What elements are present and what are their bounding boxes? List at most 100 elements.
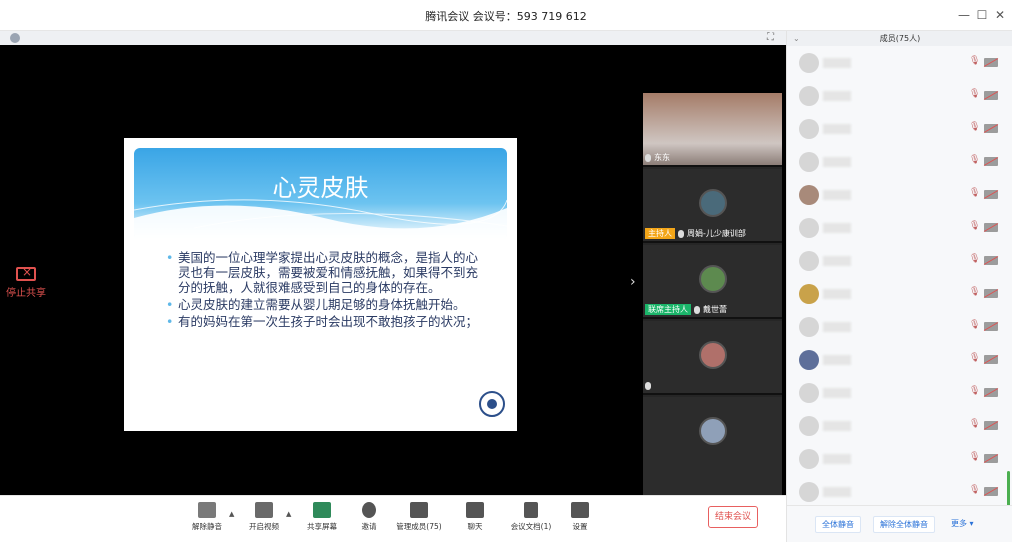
screen-share-area: ⛶ 停止共享 心灵皮肤 美国的一位心理学家提出心灵皮肤的概念，是指人的心灵也有一… bbox=[0, 31, 786, 507]
camera-off-icon[interactable] bbox=[984, 124, 998, 133]
mic-off-icon[interactable]: 🎙 bbox=[969, 188, 980, 200]
video-tile[interactable]: 联席主持人 戴世蕾 bbox=[643, 245, 782, 319]
camera-off-icon[interactable] bbox=[984, 355, 998, 364]
camera-off-icon[interactable] bbox=[984, 223, 998, 232]
stop-share-button[interactable]: 停止共享 bbox=[4, 265, 48, 299]
camera-off-icon[interactable] bbox=[984, 454, 998, 463]
member-row[interactable]: 🎙 bbox=[787, 178, 1012, 211]
avatar bbox=[799, 317, 819, 337]
chevron-right-icon[interactable]: › bbox=[630, 274, 636, 290]
presentation-slide: 心灵皮肤 美国的一位心理学家提出心灵皮肤的概念，是指人的心灵也有一层皮肤，需要被… bbox=[124, 138, 517, 431]
member-name-blurred bbox=[823, 487, 851, 497]
member-row[interactable]: 🎙 bbox=[787, 112, 1012, 145]
members-panel-header: ⌄ 成员(75人) bbox=[787, 31, 1012, 46]
avatar bbox=[799, 284, 819, 304]
settings-button[interactable]: 设置 bbox=[554, 502, 606, 532]
mic-off-icon[interactable]: 🎙 bbox=[969, 221, 980, 233]
member-row[interactable]: 🎙 bbox=[787, 277, 1012, 310]
shield-icon[interactable] bbox=[10, 33, 20, 43]
chat-button[interactable]: 聊天 bbox=[449, 502, 501, 532]
avatar bbox=[799, 119, 819, 139]
mic-off-icon[interactable]: 🎙 bbox=[969, 254, 980, 266]
member-row[interactable]: 🎙 bbox=[787, 343, 1012, 376]
camera-off-icon[interactable] bbox=[984, 157, 998, 166]
member-name-blurred bbox=[823, 454, 851, 464]
mic-off-icon[interactable]: 🎙 bbox=[969, 56, 980, 68]
member-name-blurred bbox=[823, 157, 851, 167]
mic-off-icon[interactable]: 🎙 bbox=[969, 320, 980, 332]
cohost-badge: 联席主持人 bbox=[645, 304, 691, 315]
mic-off-icon[interactable]: 🎙 bbox=[969, 353, 980, 365]
member-name-blurred bbox=[823, 355, 851, 365]
camera-off-icon[interactable] bbox=[984, 487, 998, 496]
camera-off-icon[interactable] bbox=[984, 58, 998, 67]
camera-off-icon[interactable] bbox=[984, 256, 998, 265]
mic-off-icon[interactable]: 🎙 bbox=[969, 89, 980, 101]
avatar bbox=[699, 265, 727, 293]
video-tile[interactable]: 东东 bbox=[643, 93, 782, 167]
member-name-blurred bbox=[823, 256, 851, 266]
video-tile[interactable]: ⌄ bbox=[643, 397, 782, 507]
more-button[interactable]: 更多 ▾ bbox=[945, 516, 980, 531]
fullscreen-icon[interactable]: ⛶ bbox=[767, 32, 774, 43]
stop-share-icon bbox=[16, 265, 36, 281]
member-name-blurred bbox=[823, 190, 851, 200]
mic-off-icon[interactable]: 🎙 bbox=[969, 419, 980, 431]
camera-off-icon[interactable] bbox=[984, 289, 998, 298]
chevron-down-icon[interactable]: ⌄ bbox=[793, 31, 800, 46]
end-meeting-button[interactable]: 结束会议 bbox=[708, 506, 758, 528]
maximize-button[interactable]: ☐ bbox=[973, 6, 991, 24]
member-row[interactable]: 🎙 bbox=[787, 79, 1012, 112]
mic-off-icon[interactable]: 🎙 bbox=[969, 155, 980, 167]
invite-icon bbox=[362, 502, 376, 518]
mic-off-icon[interactable]: 🎙 bbox=[969, 287, 980, 299]
camera-off-icon bbox=[255, 502, 273, 518]
document-icon bbox=[524, 502, 538, 518]
slide-bullet: 有的妈妈在第一次生孩子时会出现不敢抱孩子的状况； bbox=[166, 314, 484, 329]
settings-icon bbox=[571, 502, 589, 518]
avatar bbox=[799, 251, 819, 271]
slide-bullets: 美国的一位心理学家提出心灵皮肤的概念，是指人的心灵也有一层皮肤，需要被爱和情感抚… bbox=[166, 250, 484, 331]
avatar bbox=[799, 152, 819, 172]
video-tile[interactable] bbox=[643, 321, 782, 395]
mic-icon bbox=[678, 229, 684, 238]
share-screen-button[interactable]: 共享屏幕 bbox=[296, 502, 348, 532]
mute-all-button[interactable]: 全体静音 bbox=[815, 516, 861, 533]
mic-off-icon[interactable]: 🎙 bbox=[969, 485, 980, 497]
institution-logo-icon bbox=[479, 391, 505, 417]
member-row[interactable]: 🎙 bbox=[787, 475, 1012, 508]
video-options-caret[interactable]: ▲ bbox=[286, 510, 291, 518]
member-name-blurred bbox=[823, 388, 851, 398]
camera-off-icon[interactable] bbox=[984, 91, 998, 100]
camera-off-icon[interactable] bbox=[984, 190, 998, 199]
member-name-blurred bbox=[823, 223, 851, 233]
member-row[interactable]: 🎙 bbox=[787, 46, 1012, 79]
member-name-blurred bbox=[823, 289, 851, 299]
member-row[interactable]: 🎙 bbox=[787, 376, 1012, 409]
close-button[interactable]: ✕ bbox=[991, 6, 1009, 24]
minimize-button[interactable]: — bbox=[955, 6, 973, 24]
manage-members-button[interactable]: 管理成员(75) bbox=[393, 502, 445, 532]
video-tile[interactable]: 主持人 周娟-儿少康训部 bbox=[643, 169, 782, 243]
mic-off-icon[interactable]: 🎙 bbox=[969, 386, 980, 398]
audio-options-caret[interactable]: ▲ bbox=[229, 510, 234, 518]
members-title: 成员(75人) bbox=[879, 34, 921, 43]
camera-off-icon[interactable] bbox=[984, 322, 998, 331]
unmute-button[interactable]: 解除静音 bbox=[181, 502, 233, 532]
mic-off-icon[interactable]: 🎙 bbox=[969, 122, 980, 134]
member-row[interactable]: 🎙 bbox=[787, 145, 1012, 178]
mic-off-icon[interactable]: 🎙 bbox=[969, 452, 980, 464]
camera-off-icon[interactable] bbox=[984, 421, 998, 430]
unmute-all-button[interactable]: 解除全体静音 bbox=[873, 516, 935, 533]
member-row[interactable]: 🎙 bbox=[787, 442, 1012, 475]
members-panel-footer: 全体静音 解除全体静音 更多 ▾ bbox=[787, 505, 1012, 542]
member-row[interactable]: 🎙 bbox=[787, 211, 1012, 244]
invite-button[interactable]: 邀请 bbox=[343, 502, 395, 532]
start-video-button[interactable]: 开启视频 bbox=[238, 502, 290, 532]
member-row[interactable]: 🎙 bbox=[787, 310, 1012, 343]
slide-banner: 心灵皮肤 bbox=[134, 148, 507, 240]
member-row[interactable]: 🎙 bbox=[787, 409, 1012, 442]
camera-off-icon[interactable] bbox=[984, 388, 998, 397]
meeting-docs-button[interactable]: 会议文档(1) bbox=[505, 502, 557, 532]
member-row[interactable]: 🎙 bbox=[787, 244, 1012, 277]
